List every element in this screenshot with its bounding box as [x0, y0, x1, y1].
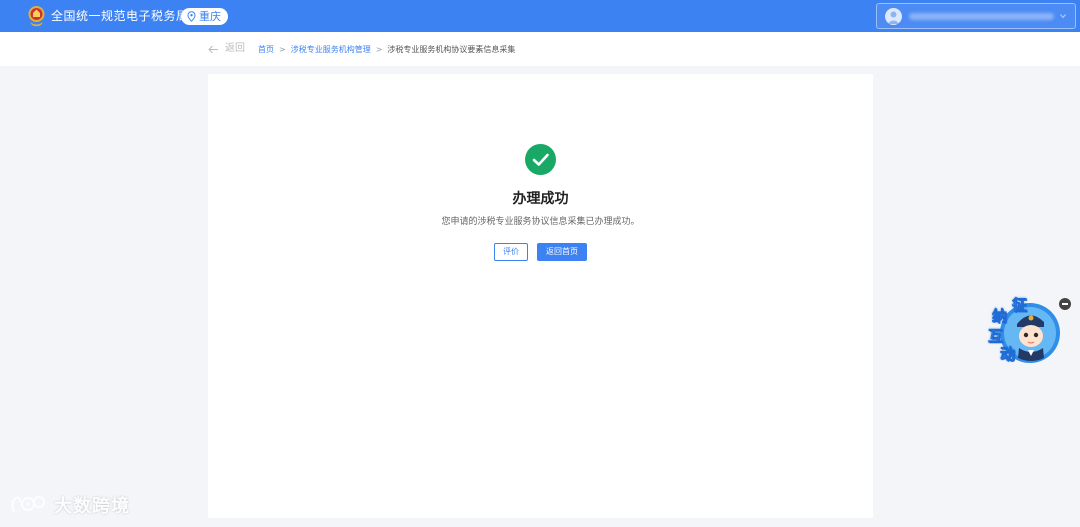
check-circle-icon	[525, 144, 556, 175]
breadcrumb-home[interactable]: 首页	[258, 44, 274, 55]
watermark: 大数跨境	[8, 492, 130, 518]
region-name: 重庆	[199, 10, 221, 23]
result-description: 您申请的涉税专业服务协议信息采集已办理成功。	[441, 217, 640, 227]
widget-char-4: 动	[1000, 345, 1016, 363]
back-button[interactable]: 返回	[208, 43, 245, 55]
interaction-widget[interactable]: 征 纳 互 动	[984, 296, 1064, 368]
breadcrumb-bar: 返回 首页 > 涉税专业服务机构管理 > 涉税专业服务机构协议要素信息采集	[0, 32, 1080, 66]
back-label: 返回	[225, 43, 245, 54]
region-selector[interactable]: 重庆	[181, 8, 228, 25]
breadcrumb-agency-management[interactable]: 涉税专业服务机构管理	[291, 44, 371, 55]
watermark-text: 大数跨境	[54, 496, 130, 517]
top-header: 全国统一规范电子税务局 重庆	[0, 0, 1080, 32]
widget-char-1: 征	[1012, 296, 1028, 314]
widget-collapse-button[interactable]	[1059, 298, 1071, 310]
user-menu[interactable]	[876, 3, 1076, 29]
avatar	[885, 8, 902, 25]
widget-char-3: 互	[988, 327, 1004, 345]
breadcrumb-separator: >	[279, 45, 286, 54]
location-pin-icon	[187, 11, 196, 22]
breadcrumb-separator: >	[375, 45, 383, 54]
widget-char-2: 纳	[992, 307, 1008, 325]
breadcrumb: 首页 > 涉税专业服务机构管理 > 涉税专业服务机构协议要素信息采集	[258, 44, 515, 55]
breadcrumb-current: 涉税专业服务机构协议要素信息采集	[387, 45, 516, 54]
result-card: 办理成功 您申请的涉税专业服务协议信息采集已办理成功。 评价 返回首页	[208, 74, 873, 518]
user-name-redacted	[909, 13, 1054, 20]
chevron-down-icon	[1060, 14, 1066, 19]
evaluate-button[interactable]: 评价	[494, 243, 528, 261]
result-title: 办理成功	[512, 191, 569, 207]
site-title: 全国统一规范电子税务局	[51, 9, 189, 23]
user-avatar-icon	[887, 11, 900, 24]
arrow-left-icon	[208, 45, 218, 53]
return-home-button[interactable]: 返回首页	[537, 243, 587, 261]
watermark-logo-icon	[11, 496, 45, 513]
tax-emblem-icon	[28, 6, 45, 27]
